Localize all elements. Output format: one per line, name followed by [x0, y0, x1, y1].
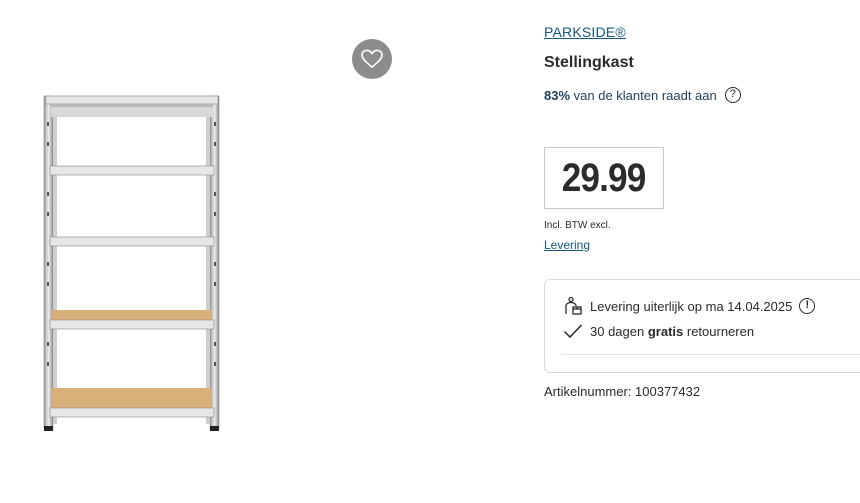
brand-link[interactable]: PARKSIDE®	[544, 24, 626, 40]
price-box: 29.99	[544, 147, 664, 209]
article-label: Artikelnummer:	[544, 384, 636, 399]
returns-post: retourneren	[683, 323, 755, 339]
recommendation-rating: 83% van de klanten raadt aan ?	[544, 87, 741, 103]
heart-icon	[361, 49, 383, 68]
article-number: Artikelnummer: 100377432	[544, 384, 700, 399]
price-value: 29.99	[562, 155, 647, 200]
question-icon[interactable]: ?	[724, 87, 741, 103]
article-value: 100377432	[635, 384, 701, 399]
package-delivery-icon	[563, 296, 585, 316]
delivery-date-text: Levering uiterlijk op ma 14.04.2025	[590, 298, 793, 314]
delivery-date-row: Levering uiterlijk op ma 14.04.2025 !	[563, 296, 816, 316]
wishlist-button[interactable]	[352, 39, 392, 79]
recommend-text: van de klanten raadt aan	[570, 87, 717, 103]
returns-pre: 30 dagen	[590, 323, 648, 339]
vat-note: Incl. BTW excl.	[544, 220, 611, 231]
returns-row: 30 dagen gratis retourneren	[563, 321, 754, 341]
returns-free: gratis	[647, 323, 684, 339]
delivery-link[interactable]: Levering	[544, 238, 590, 252]
delivery-info-card: Levering uiterlijk op ma 14.04.2025 ! 30…	[544, 279, 860, 373]
product-image	[43, 95, 220, 431]
product-title: Stellingkast	[544, 54, 634, 71]
exclamation-icon[interactable]: !	[799, 298, 816, 314]
checkmark-icon	[563, 321, 585, 341]
recommend-percent: 83%	[544, 87, 571, 103]
divider	[561, 354, 860, 355]
